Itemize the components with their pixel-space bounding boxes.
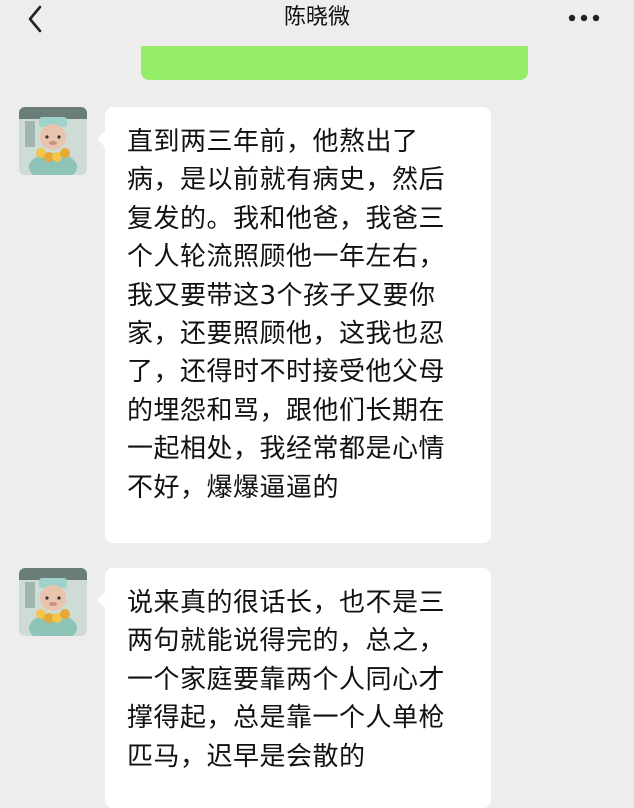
avatar-figure-icon (19, 107, 87, 175)
chat-title: 陈晓微 (283, 5, 350, 30)
message-line: 了，还得时不时接受他父母 (127, 357, 446, 388)
message-line: 撑得起，总是靠一个人单枪 (127, 703, 446, 734)
message-line: 一起相处，我经常都是心情 (127, 434, 446, 465)
message-line: 直到两三年前，他熬出了 (127, 127, 419, 157)
message-line: 一个家庭要靠两个人同心才 (127, 664, 446, 695)
message-line: 两句就能说得完的，总之， (127, 626, 446, 657)
message-line: 匹马，迟早是会散的 (127, 741, 366, 772)
message-line: 家，还要照顾他，这我也忍 (127, 319, 446, 350)
message-line: 的埋怨和骂，跟他们长期在 (127, 395, 446, 426)
chat-header: 陈晓微 (0, 0, 634, 40)
contact-avatar[interactable] (19, 568, 87, 636)
message-line: 复发的。我和他爸，我爸三 (127, 203, 446, 234)
message-line: 说来真的很话长，也不是三 (127, 588, 446, 618)
contact-avatar[interactable] (19, 107, 87, 175)
message-line: 不好，爆爆逼逼的 (127, 472, 340, 503)
received-message-bubble[interactable]: 说来真的很话长，也不是三 两句就能说得完的，总之， 一个家庭要靠两个人同心才 撑… (97, 568, 491, 808)
received-message-bubble[interactable]: 直到两三年前，他熬出了 病，是以前就有病史，然后 复发的。我和他爸，我爸三 个人… (97, 107, 491, 543)
more-dots-icon (568, 14, 600, 22)
sent-message-bubble[interactable] (141, 46, 528, 80)
message-line: 病，是以前就有病史，然后 (127, 165, 446, 196)
avatar-figure-icon (19, 568, 87, 636)
message-line: 我又要带这3个孩子又要你 (127, 280, 436, 311)
message-line: 个人轮流照顾他一年左右， (127, 242, 446, 273)
more-button[interactable] (564, 4, 608, 32)
